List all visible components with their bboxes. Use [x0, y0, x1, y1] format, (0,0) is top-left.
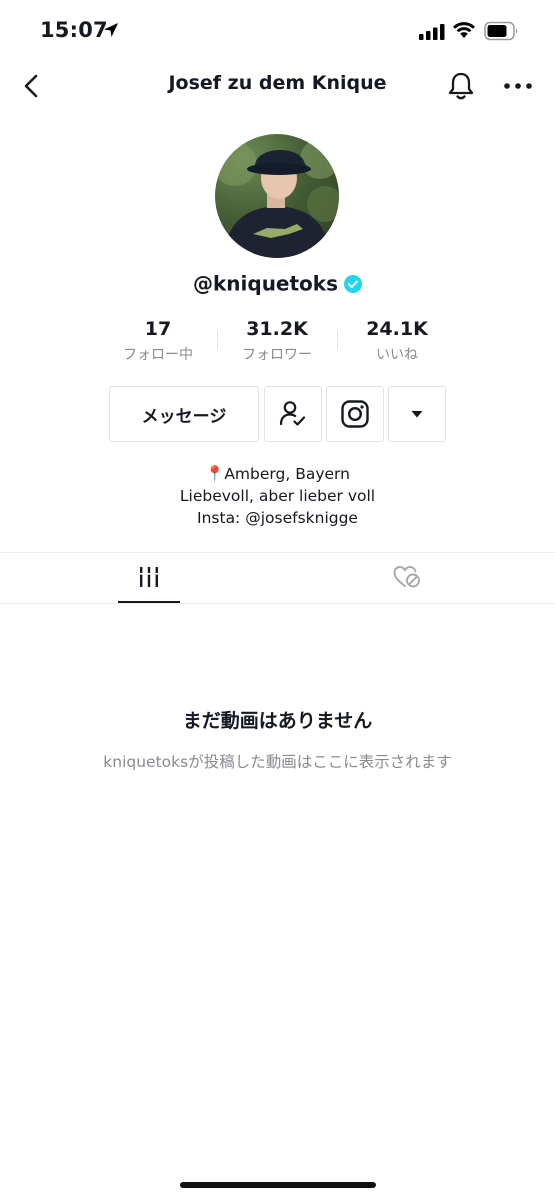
- message-button[interactable]: メッセージ: [109, 386, 259, 442]
- empty-state-subtitle: kniquetoksが投稿した動画はここに表示されます: [103, 753, 452, 771]
- profile-photo: [215, 139, 339, 258]
- bio-text: Liebevoll, aber lieber voll: [179, 487, 376, 505]
- empty-state-title: まだ動画はありません: [182, 710, 373, 732]
- tab-divider-top: [0, 552, 555, 553]
- tab-liked-videos[interactable]: [376, 553, 438, 601]
- instagram-button[interactable]: [326, 386, 384, 442]
- instagram-icon: [341, 400, 369, 428]
- followers-label: フォロワー: [242, 347, 312, 363]
- cellular-signal-icon: [419, 24, 445, 40]
- followers-count: 31.2K: [246, 318, 308, 340]
- stat-following[interactable]: 17 フォロー中: [98, 318, 218, 364]
- avatar[interactable]: [215, 134, 339, 258]
- username: @kniquetoks: [192, 271, 339, 296]
- following-status-button[interactable]: [264, 386, 322, 442]
- location-arrow-icon: [104, 23, 118, 37]
- user-check-icon: [279, 401, 306, 426]
- more-options-icon[interactable]: [503, 76, 533, 96]
- username-row: @kniquetoks: [0, 270, 555, 296]
- likes-label: いいね: [376, 347, 418, 363]
- following-label: フォロー中: [123, 347, 193, 363]
- verified-badge-icon: [344, 274, 363, 293]
- hidden-heart-icon: [393, 566, 420, 588]
- stat-likes: 24.1K いいね: [337, 318, 457, 364]
- wifi-icon: [453, 22, 475, 38]
- dropdown-button[interactable]: [388, 386, 446, 442]
- bio-instagram[interactable]: Insta: @josefsknigge: [0, 507, 555, 529]
- bell-icon[interactable]: [446, 70, 476, 102]
- likes-count: 24.1K: [366, 318, 428, 340]
- status-time: 15:07: [40, 18, 108, 42]
- bio-location: 📍Amberg, Bayern: [205, 465, 350, 483]
- battery-icon: [484, 21, 518, 41]
- home-indicator[interactable]: [180, 1182, 376, 1188]
- tab-divider-bottom: [0, 603, 555, 604]
- caret-down-icon: [411, 411, 423, 418]
- video-grid-icon: [138, 567, 160, 587]
- active-tab-indicator: [118, 601, 180, 603]
- stat-followers[interactable]: 31.2K フォロワー: [217, 318, 337, 364]
- following-count: 17: [144, 318, 172, 340]
- tab-videos[interactable]: [118, 553, 180, 601]
